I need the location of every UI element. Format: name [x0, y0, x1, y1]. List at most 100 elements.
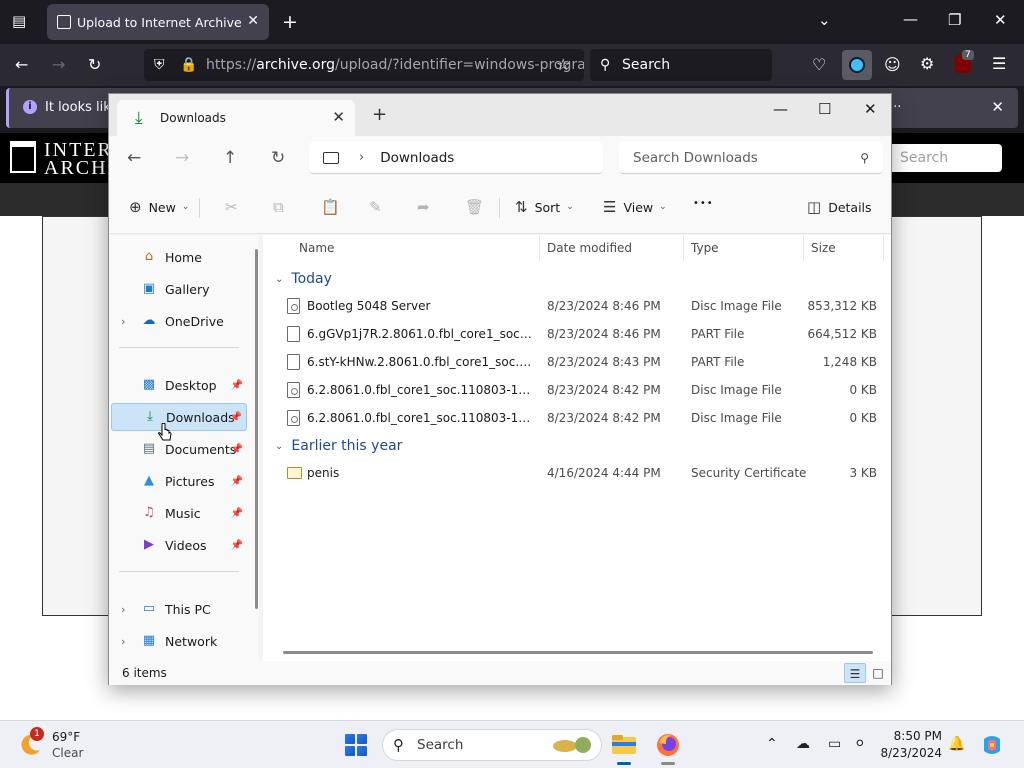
breadcrumb[interactable]: › Downloads — [309, 142, 603, 174]
pin-icon[interactable]: 📌 — [231, 380, 243, 391]
view-button[interactable]: ☰ View ⌄ — [603, 198, 667, 216]
clock-date[interactable]: 8/23/2024 — [870, 746, 942, 760]
up-arrow-icon[interactable]: ↑ — [223, 148, 237, 168]
column-divider[interactable] — [683, 235, 684, 261]
sidebar-item-this-pc[interactable]: › ▭ This PC — [111, 595, 247, 623]
restore-icon[interactable]: ❐ — [948, 11, 961, 29]
copy-button[interactable]: ⧉ — [273, 198, 291, 216]
close-tab-icon[interactable]: ✕ — [332, 108, 345, 126]
browser-tab-upload[interactable]: Upload to Internet Archive ✕ — [47, 4, 269, 40]
explorer-search-input[interactable]: Search Downloads ⚲ — [619, 142, 883, 174]
tiles-view-icon[interactable]: □ — [867, 663, 889, 683]
file-explorer-taskbar-button[interactable] — [608, 729, 640, 765]
clock-time[interactable]: 8:50 PM — [870, 729, 942, 743]
chevron-up-icon[interactable]: ⌃ — [766, 736, 778, 752]
minimize-icon[interactable]: — — [903, 10, 918, 28]
group-header-today[interactable]: ⌄ Today — [275, 271, 332, 287]
weather-condition[interactable]: Clear — [52, 746, 83, 760]
table-row[interactable]: 6.2.8061.0.fbl_core1_soc.110803-1830_wo.… — [263, 405, 891, 433]
copilot-icon[interactable] — [980, 733, 1004, 757]
extensions-puzzle-icon[interactable]: ⚙ — [920, 56, 934, 72]
column-header-date[interactable]: Date modified — [547, 241, 632, 255]
cut-button[interactable]: ✂ — [225, 198, 245, 216]
sidebar-item-gallery[interactable]: ▣ Gallery — [111, 275, 247, 303]
sidebar-item-documents[interactable]: ▤ Documents 📌 — [111, 435, 247, 463]
rename-button[interactable]: ✎ — [369, 198, 389, 216]
close-tab-icon[interactable]: ✕ — [247, 13, 259, 29]
close-notification-icon[interactable]: ✕ — [991, 98, 1004, 116]
chevron-down-icon[interactable]: ⌄ — [818, 11, 831, 29]
chevron-right-icon[interactable]: › — [121, 635, 125, 648]
pin-icon[interactable]: 📌 — [231, 444, 243, 455]
display-icon[interactable]: ▭ — [828, 736, 841, 752]
sidebar-item-desktop[interactable]: ▩ Desktop 📌 — [111, 371, 247, 399]
cloud-offline-icon[interactable]: ☁ — [796, 736, 810, 752]
chevron-right-icon[interactable]: › — [121, 315, 125, 328]
pin-icon[interactable]: 📌 — [231, 476, 243, 487]
pocket-icon[interactable]: ♡ — [812, 57, 826, 73]
notification-bell-icon[interactable]: 🔔 — [948, 736, 965, 752]
table-row[interactable]: Bootleg 5048 Server 8/23/2024 8:46 PM Di… — [263, 293, 891, 321]
new-tab-icon[interactable]: + — [372, 104, 387, 125]
archive-search-input[interactable]: Search — [888, 144, 1002, 172]
sidebar-item-onedrive[interactable]: › ☁ OneDrive — [111, 307, 247, 335]
extension-active-button[interactable] — [842, 50, 872, 80]
column-divider[interactable] — [539, 235, 540, 261]
more-options-button[interactable]: ••• — [693, 198, 714, 209]
sort-button[interactable]: ⇅ Sort ⌄ — [515, 198, 574, 216]
back-icon[interactable]: ← — [15, 57, 28, 73]
sidebar-item-network[interactable]: › ▦ Network — [111, 627, 247, 655]
browser-search-box[interactable]: ⚲ Search — [590, 49, 772, 81]
taskbar-search-box[interactable]: ⚲ Search — [382, 729, 602, 761]
reload-icon[interactable]: ↻ — [88, 57, 101, 73]
sidebar-item-music[interactable]: ♫ Music 📌 — [111, 499, 247, 527]
maximize-icon[interactable]: ☐ — [818, 100, 831, 118]
account-icon[interactable]: ☺ — [884, 57, 901, 73]
url-bar[interactable]: ⛨ 🔒 https://archive.org/upload/?identifi… — [144, 49, 584, 81]
sidebar-item-downloads[interactable]: ⤓ Downloads 📌 — [111, 403, 247, 431]
share-button[interactable]: ➦ — [417, 198, 437, 216]
forward-icon[interactable]: → — [52, 57, 65, 73]
sidebar-scrollbar[interactable] — [255, 249, 258, 609]
back-icon[interactable]: ← — [127, 148, 141, 168]
minimize-icon[interactable]: — — [773, 100, 788, 118]
tab-list-icon[interactable]: ▤ — [12, 12, 26, 30]
column-divider[interactable] — [803, 235, 804, 261]
shield-icon[interactable]: ⛨ — [154, 57, 165, 73]
firefox-taskbar-button[interactable] — [652, 729, 684, 765]
paste-button[interactable]: 📋 — [321, 198, 347, 216]
table-row[interactable]: 6.stY-kHNw.2.8061.0.fbl_core1_soc.11080.… — [263, 349, 891, 377]
table-row[interactable]: penis 4/16/2024 4:44 PM Security Certifi… — [263, 460, 891, 488]
delete-button[interactable]: 🗑 — [465, 198, 491, 216]
pin-icon[interactable]: 📌 — [231, 508, 243, 519]
sidebar-item-videos[interactable]: ▶ Videos 📌 — [111, 531, 247, 559]
menu-hamburger-icon[interactable]: ☰ — [992, 56, 1006, 72]
start-button[interactable] — [345, 734, 367, 756]
network-status-icon[interactable]: ⚪ — [854, 736, 866, 752]
horizontal-scrollbar[interactable] — [283, 651, 873, 654]
close-window-icon[interactable]: ✕ — [994, 11, 1007, 29]
chevron-right-icon[interactable]: › — [121, 603, 125, 616]
column-header-type[interactable]: Type — [691, 241, 719, 255]
sidebar-item-home[interactable]: ⌂ Home — [111, 243, 247, 271]
table-row[interactable]: 6.gGVp1j7R.2.8061.0.fbl_core1_soc.11080.… — [263, 321, 891, 349]
column-header-name[interactable]: Name — [299, 241, 334, 255]
new-button[interactable]: ⊕ New ⌄ — [129, 198, 189, 216]
weather-temperature[interactable]: 69°F — [52, 730, 80, 744]
group-header-earlier-this-year[interactable]: ⌄ Earlier this year — [275, 438, 402, 454]
details-view-icon[interactable]: ☰ — [844, 663, 866, 683]
sidebar-item-pictures[interactable]: ▲ Pictures 📌 — [111, 467, 247, 495]
chevron-right-icon[interactable]: › — [359, 150, 364, 165]
breadcrumb-downloads[interactable]: Downloads — [380, 150, 454, 166]
pin-icon[interactable]: 📌 — [231, 540, 243, 551]
table-row[interactable]: 6.2.8061.0.fbl_core1_soc.110803-1830_wo.… — [263, 377, 891, 405]
column-header-size[interactable]: Size — [811, 241, 836, 255]
column-divider[interactable] — [883, 235, 884, 261]
details-pane-button[interactable]: ◫ Details — [807, 198, 872, 216]
explorer-tab-downloads[interactable]: ⤓ Downloads ✕ — [117, 100, 355, 136]
new-tab-icon[interactable]: + — [282, 11, 298, 33]
bookmark-star-icon[interactable]: ☆ — [556, 57, 570, 73]
lock-icon[interactable]: 🔒 — [180, 57, 197, 73]
forward-icon[interactable]: → — [175, 148, 189, 168]
close-window-icon[interactable]: ✕ — [864, 100, 877, 118]
